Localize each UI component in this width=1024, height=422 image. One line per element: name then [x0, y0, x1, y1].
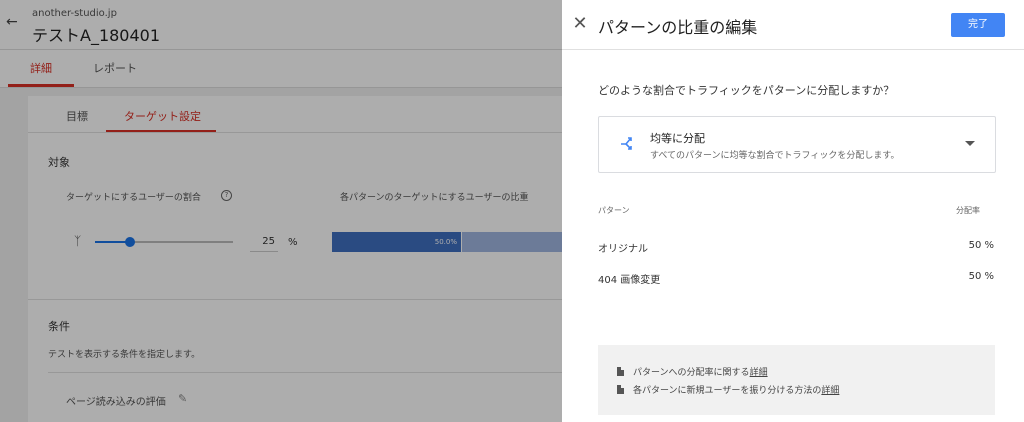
document-icon	[617, 385, 624, 394]
panel-title: パターンの比重の編集	[598, 18, 758, 37]
document-icon	[617, 367, 624, 376]
shuffle-icon	[621, 137, 632, 150]
variant-name: オリジナル	[598, 244, 648, 255]
variant-ratio: 50 %	[968, 240, 994, 251]
distribution-question: どのような割合でトラフィックをパターンに分配しますか？	[598, 84, 895, 97]
distribution-select[interactable]: 均等に分配 すべてのパターンに均等な割合でトラフィックを分配します。	[598, 116, 996, 173]
edit-weights-panel: ✕ パターンの比重の編集 完了 どのような割合でトラフィックをパターンに分配しま…	[562, 0, 1024, 422]
distribution-title: 均等に分配	[650, 132, 705, 145]
distribution-description: すべてのパターンに均等な割合でトラフィックを分配します。	[650, 151, 900, 161]
variant-ratio: 50 %	[968, 271, 994, 282]
variant-column-header: パターン	[598, 206, 630, 215]
help-line-new-users: 各パターンに新規ユーザーを振り分ける方法の詳細	[633, 383, 839, 396]
help-line-weights: パターンへの分配率に関する詳細	[633, 365, 768, 378]
help-text: 各パターンに新規ユーザーを振り分ける方法の	[633, 386, 822, 396]
close-icon[interactable]: ✕	[570, 12, 590, 36]
variant-name: 404 画像変更	[598, 275, 661, 286]
ratio-column-header: 分配率	[956, 206, 980, 215]
details-link-weights[interactable]: 詳細	[750, 368, 768, 378]
panel-header: ✕ パターンの比重の編集 完了	[562, 0, 1024, 50]
help-text: パターンへの分配率に関する	[633, 368, 750, 378]
help-box: パターンへの分配率に関する詳細 各パターンに新規ユーザーを振り分ける方法の詳細	[598, 345, 995, 415]
modal-scrim[interactable]	[0, 0, 562, 422]
done-button[interactable]: 完了	[951, 13, 1005, 37]
details-link-new-users[interactable]: 詳細	[821, 386, 839, 396]
chevron-down-icon	[965, 141, 975, 146]
